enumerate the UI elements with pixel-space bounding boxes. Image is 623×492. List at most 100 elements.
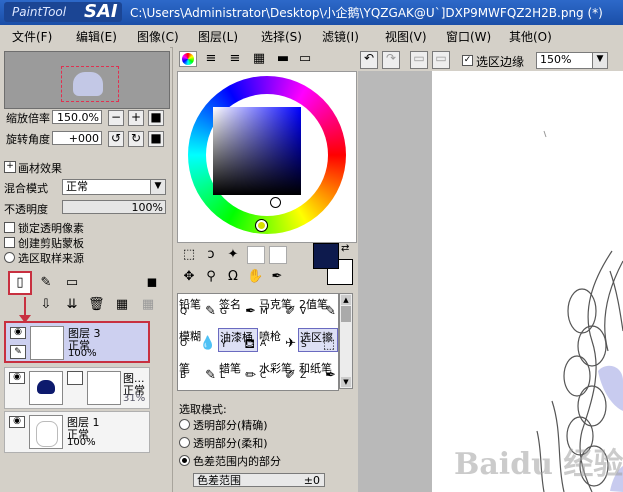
rotate-right-button[interactable]: ↻	[128, 131, 144, 147]
effect-expand-icon[interactable]: +	[4, 161, 16, 173]
transfer-down-icon[interactable]: ⇩	[38, 297, 54, 313]
canvas-paper[interactable]	[432, 71, 623, 492]
rect-select-icon[interactable]: ⬚	[181, 247, 197, 263]
sv-cursor[interactable]	[270, 197, 281, 208]
saturation-value-square[interactable]	[213, 107, 301, 195]
zoom-out-button[interactable]: −	[108, 110, 124, 126]
brush-tool-b[interactable]: 笔 B ✎	[178, 360, 218, 384]
title-bar: PaintTool SAI C:\Users\Administrator\Des…	[0, 0, 623, 25]
rotate-field[interactable]: +000	[52, 131, 102, 145]
hsv-slider-tab-icon[interactable]: ≡	[227, 51, 243, 67]
lock-alpha-checkbox[interactable]	[4, 222, 15, 233]
selection-opt2-radio[interactable]	[179, 437, 190, 448]
selection-opt1-label: 透明部分(精确)	[193, 419, 268, 432]
menu-window[interactable]: 窗口(W)	[446, 28, 491, 45]
foreground-color-swatch[interactable]	[313, 243, 339, 269]
brush-tool-a[interactable]: 喷枪 A ✈	[258, 328, 298, 352]
brush-tool-s[interactable]: 选区擦 S ⬚	[298, 328, 338, 352]
brush-scrollbar[interactable]: ▲ ▼	[339, 293, 353, 389]
layer-row[interactable]: ◉ 图层 1 正常 100%	[4, 411, 150, 453]
menu-filter[interactable]: 滤镜(I)	[322, 28, 359, 45]
mask-link-icon[interactable]	[67, 371, 83, 385]
lasso-icon[interactable]: ↄ	[203, 247, 219, 263]
navigator-preview[interactable]	[4, 51, 170, 109]
color-range-label: 色差范围	[197, 474, 241, 487]
menu-edit[interactable]: 编辑(E)	[76, 28, 117, 45]
new-linework-icon[interactable]: ✎	[38, 275, 54, 291]
hue-marker[interactable]	[255, 219, 268, 232]
menu-select[interactable]: 选择(S)	[261, 28, 302, 45]
scratchpad-tab-icon[interactable]: ▭	[297, 51, 313, 67]
scroll-down-icon[interactable]: ▼	[341, 377, 351, 387]
selection-opt3-radio[interactable]	[179, 455, 190, 466]
scroll-thumb[interactable]	[341, 306, 351, 322]
canvas-zoom-select[interactable]: 150% ▼	[536, 52, 608, 69]
canvas-toolbar: ↶ ↷ ▭ ▭ ✓ 选区边缘 150% ▼	[358, 47, 623, 71]
merge-down-icon[interactable]: ⇊	[64, 297, 80, 313]
rgb-slider-tab-icon[interactable]: ≡	[203, 51, 219, 67]
menu-image[interactable]: 图像(C)	[137, 28, 179, 45]
clipping-checkbox[interactable]	[4, 237, 15, 248]
color-range-slider[interactable]: 色差范围 ±0	[193, 473, 325, 487]
rotate-reset-button[interactable]: ■	[148, 131, 164, 147]
swap-colors-icon[interactable]: ⇄	[341, 243, 349, 254]
color-swatch[interactable]	[269, 246, 287, 264]
lock-alpha-label: 锁定透明像素	[18, 222, 84, 235]
redo-icon[interactable]: ↷	[382, 51, 400, 69]
invert-selection-icon[interactable]: ▭	[432, 51, 450, 69]
new-layer-button[interactable]: ▯	[8, 271, 32, 295]
canvas-artwork	[536, 130, 623, 492]
mask-icon[interactable]: ◼	[144, 275, 160, 291]
brush-tool-y[interactable]: 油漆桶 Y ⛾	[218, 328, 258, 352]
menu-other[interactable]: 其他(O)	[509, 28, 552, 45]
layer-row[interactable]: ◉ ✎ 图层 3 正常 100%	[4, 321, 150, 363]
brush-tool-c[interactable]: 水彩笔 C ✐	[258, 360, 298, 384]
zoom-field[interactable]: 150.0%	[52, 110, 102, 124]
palette-tab-icon[interactable]: ▦	[251, 51, 267, 67]
swatch-tab-icon[interactable]: ▬	[275, 51, 291, 67]
brush-icon[interactable]: ✎	[10, 345, 26, 359]
layer-row[interactable]: ◉ 图... 正常 31%	[4, 367, 150, 409]
blend-mode-select[interactable]: 正常 ▼	[62, 179, 166, 195]
zoom-icon[interactable]: ⚲	[203, 269, 219, 285]
zoom-in-button[interactable]: +	[128, 110, 144, 126]
brush-tool-m[interactable]: 马克笔 M ✐	[258, 296, 298, 320]
eyedropper-icon[interactable]: ✒	[269, 269, 285, 285]
menu-file[interactable]: 文件(F)	[12, 28, 52, 45]
menu-view[interactable]: 视图(V)	[385, 28, 427, 45]
merge-all-icon[interactable]: ▦	[140, 297, 156, 313]
brush-tool-o[interactable]: 模糊 O 💧	[178, 328, 218, 352]
color-wheel-tab[interactable]	[179, 51, 197, 67]
scroll-up-icon[interactable]: ▲	[341, 295, 351, 305]
eye-icon[interactable]: ◉	[9, 372, 25, 384]
opacity-slider[interactable]: 100%	[62, 200, 166, 214]
selection-source-radio[interactable]	[4, 252, 15, 263]
canvas-area[interactable]: Baidu 经验	[358, 71, 623, 492]
zoom-reset-button[interactable]: ■	[148, 110, 164, 126]
undo-icon[interactable]: ↶	[360, 51, 378, 69]
brush-shortcut: Q	[180, 307, 188, 317]
eye-icon[interactable]: ◉	[10, 327, 26, 339]
navigator-view-rect[interactable]	[61, 66, 119, 102]
brush-tool-z[interactable]: 和纸笔 Z ✒	[298, 360, 338, 384]
selection-opt1-radio[interactable]	[179, 419, 190, 430]
move-icon[interactable]: ✥	[181, 269, 197, 285]
brush-tool-g[interactable]: 签名 G ✒	[218, 296, 258, 320]
brush-tool-l[interactable]: 蜡笔 L ✏	[218, 360, 258, 384]
trash-icon[interactable]: 🗑	[88, 297, 105, 313]
selection-edge-checkbox[interactable]: ✓	[462, 55, 473, 66]
brush-icon: ✏	[245, 368, 256, 383]
rotate-left-button[interactable]: ↺	[108, 131, 124, 147]
brush-tool-v[interactable]: 2值笔 V ✎	[298, 296, 338, 320]
hand-icon[interactable]: ✋	[247, 269, 263, 285]
magic-wand-icon[interactable]: ✦	[225, 247, 241, 263]
merge-visible-icon[interactable]: ▦	[114, 297, 130, 313]
menu-layer[interactable]: 图层(L)	[198, 28, 238, 45]
color-swatch[interactable]	[247, 246, 265, 264]
eye-icon[interactable]: ◉	[9, 416, 25, 428]
new-folder-icon[interactable]: ▭	[64, 275, 80, 291]
deselect-icon[interactable]: ▭	[410, 51, 428, 69]
brush-tool-q[interactable]: 铅笔 Q ✎	[178, 296, 218, 320]
color-wheel-icon	[182, 53, 194, 65]
rotate-view-icon[interactable]: Ω	[225, 269, 241, 285]
